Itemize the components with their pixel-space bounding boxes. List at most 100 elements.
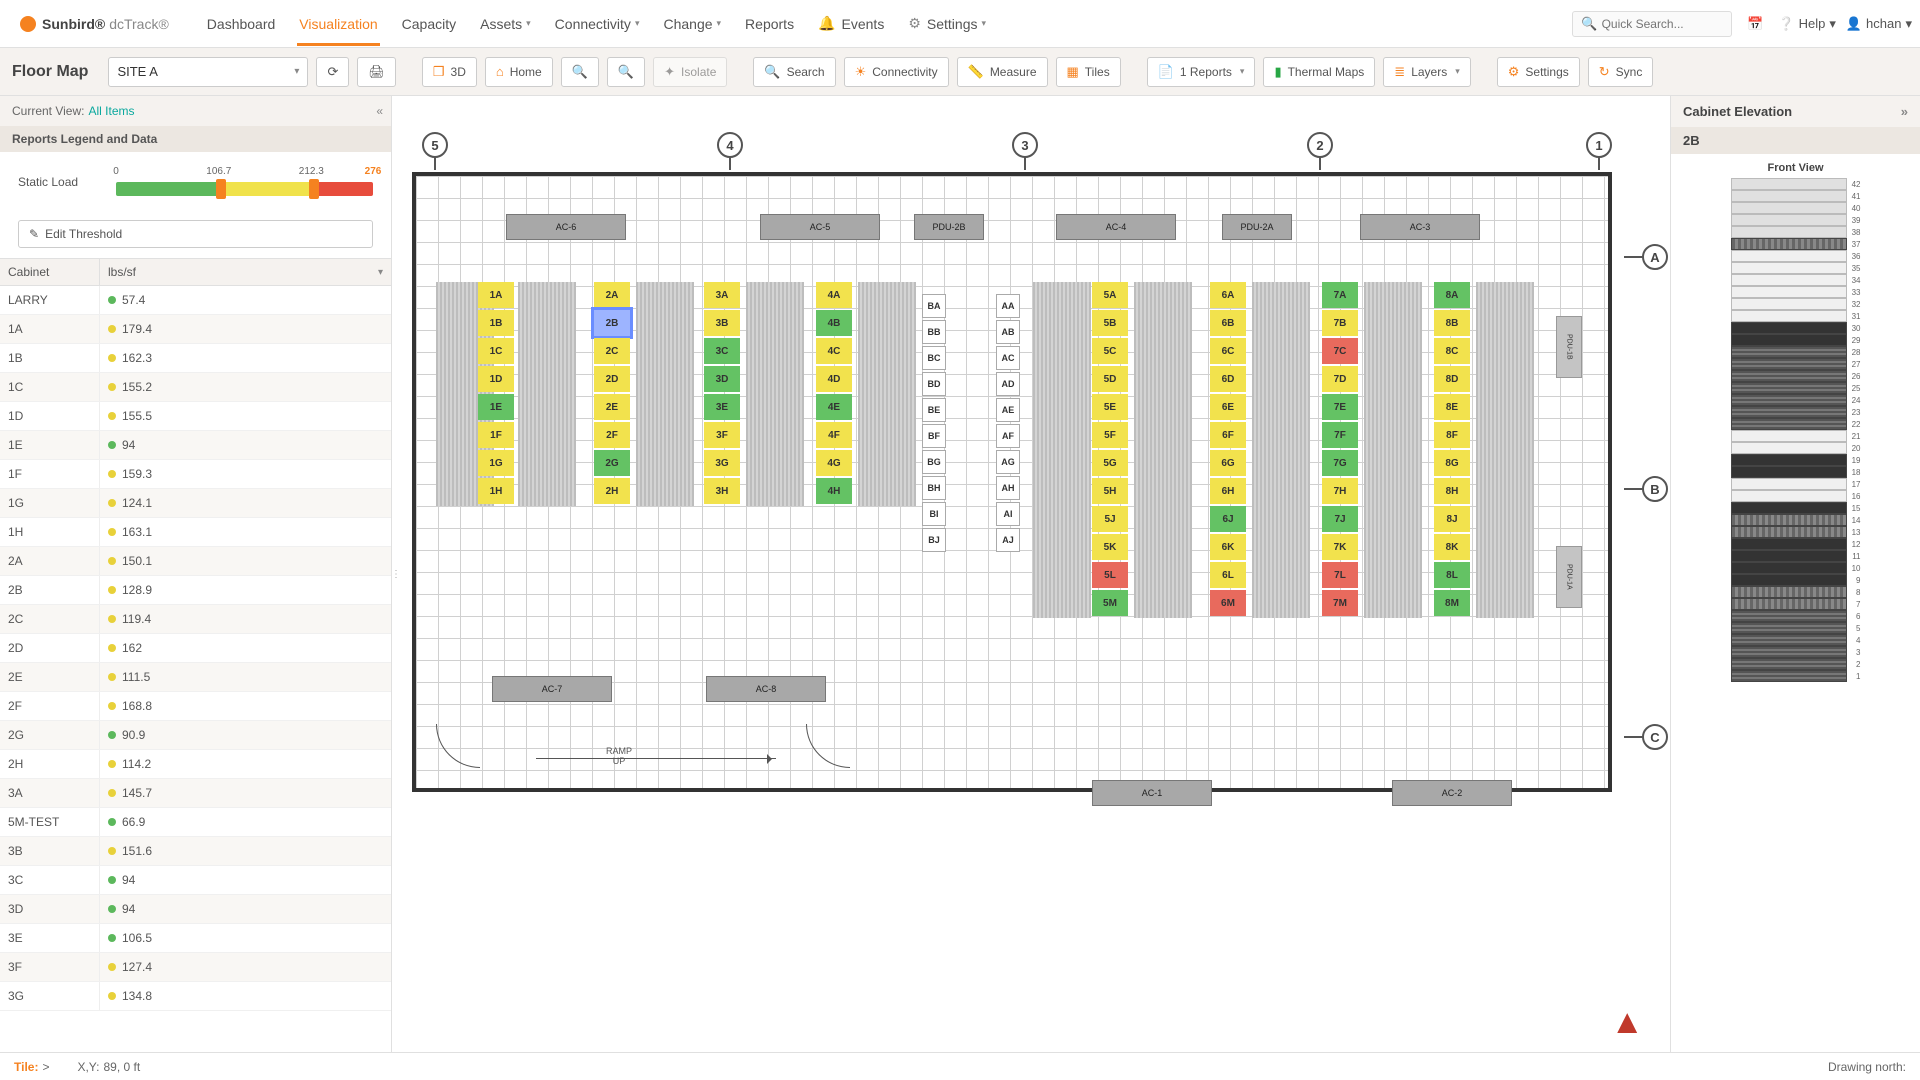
rack-8H[interactable]: 8H [1434, 478, 1470, 504]
rack-3C[interactable]: 3C [704, 338, 740, 364]
rack-8J[interactable]: 8J [1434, 506, 1470, 532]
ac-unit[interactable]: AC-5 [760, 214, 880, 240]
rack-3E[interactable]: 3E [704, 394, 740, 420]
ru-slot[interactable] [1731, 394, 1847, 406]
nav-visualization[interactable]: Visualization [297, 1, 379, 46]
table-row[interactable]: 1D 155.5 [0, 402, 391, 431]
ac-unit[interactable]: AC-4 [1056, 214, 1176, 240]
rack-6K[interactable]: 6K [1210, 534, 1246, 560]
rack-8D[interactable]: 8D [1434, 366, 1470, 392]
ru-slot[interactable] [1731, 358, 1847, 370]
rack-3B[interactable]: 3B [704, 310, 740, 336]
rack-5F[interactable]: 5F [1092, 422, 1128, 448]
rack-5K[interactable]: 5K [1092, 534, 1128, 560]
collapse-right-icon[interactable]: » [1901, 104, 1908, 119]
rack-3F[interactable]: 3F [704, 422, 740, 448]
rack-BJ[interactable]: BJ [922, 528, 946, 552]
table-row[interactable]: 1F 159.3 [0, 460, 391, 489]
collapse-panel-icon[interactable]: « [376, 104, 383, 118]
table-row[interactable]: 5M-TEST 66.9 [0, 808, 391, 837]
rack-BB[interactable]: BB [922, 320, 946, 344]
ru-slot[interactable] [1731, 286, 1847, 298]
ru-20[interactable]: 20 [1731, 442, 1861, 454]
ru-6[interactable]: 6 [1731, 610, 1861, 622]
rack-1F[interactable]: 1F [478, 422, 514, 448]
rack-5G[interactable]: 5G [1092, 450, 1128, 476]
ru-slot[interactable] [1731, 310, 1847, 322]
rack-2H[interactable]: 2H [594, 478, 630, 504]
threshold-handle-2[interactable] [309, 179, 319, 199]
rack-1A[interactable]: 1A [478, 282, 514, 308]
rack-3G[interactable]: 3G [704, 450, 740, 476]
ru-slot[interactable] [1731, 466, 1847, 478]
ru-slot[interactable] [1731, 586, 1847, 598]
ru-slot[interactable] [1731, 634, 1847, 646]
ru-4[interactable]: 4 [1731, 634, 1861, 646]
rack-8M[interactable]: 8M [1434, 590, 1470, 616]
print-button[interactable]: 🖨 [357, 57, 396, 87]
nav-connectivity[interactable]: Connectivity▾ [553, 1, 642, 46]
ru-7[interactable]: 7 [1731, 598, 1861, 610]
table-row[interactable]: 2E 111.5 [0, 663, 391, 692]
ru-slot[interactable] [1731, 442, 1847, 454]
rack-7D[interactable]: 7D [1322, 366, 1358, 392]
table-row[interactable]: 2G 90.9 [0, 721, 391, 750]
rack-1C[interactable]: 1C [478, 338, 514, 364]
ru-1[interactable]: 1 [1731, 670, 1861, 682]
rack-6F[interactable]: 6F [1210, 422, 1246, 448]
ru-13[interactable]: 13 [1731, 526, 1861, 538]
ru-25[interactable]: 25 [1731, 382, 1861, 394]
table-row[interactable]: 2H 114.2 [0, 750, 391, 779]
nav-reports[interactable]: Reports [743, 1, 796, 46]
ru-slot[interactable] [1731, 550, 1847, 562]
nav-events[interactable]: 🔔Events [816, 1, 886, 46]
ru-slot[interactable] [1731, 370, 1847, 382]
rack-elevation[interactable]: 4241403938373635343332313029282726252423… [1731, 178, 1861, 682]
rack-7B[interactable]: 7B [1322, 310, 1358, 336]
rack-5H[interactable]: 5H [1092, 478, 1128, 504]
site-selector[interactable]: SITE A ▾ [108, 57, 308, 87]
table-row[interactable]: 2B 128.9 [0, 576, 391, 605]
thermal-button[interactable]: ▮Thermal Maps [1263, 57, 1375, 87]
edit-threshold-button[interactable]: ✎ Edit Threshold [18, 220, 373, 248]
table-row[interactable]: 3C 94 [0, 866, 391, 895]
ac-unit[interactable]: AC-7 [492, 676, 612, 702]
rack-7H[interactable]: 7H [1322, 478, 1358, 504]
ru-35[interactable]: 35 [1731, 262, 1861, 274]
rack-6D[interactable]: 6D [1210, 366, 1246, 392]
ru-slot[interactable] [1731, 418, 1847, 430]
quick-search[interactable]: 🔍 [1572, 11, 1732, 37]
ru-8[interactable]: 8 [1731, 586, 1861, 598]
ru-slot[interactable] [1731, 622, 1847, 634]
ru-39[interactable]: 39 [1731, 214, 1861, 226]
rack-6C[interactable]: 6C [1210, 338, 1246, 364]
rack-AB[interactable]: AB [996, 320, 1020, 344]
ru-22[interactable]: 22 [1731, 418, 1861, 430]
ru-2[interactable]: 2 [1731, 658, 1861, 670]
ru-37[interactable]: 37 [1731, 238, 1861, 250]
rack-8A[interactable]: 8A [1434, 282, 1470, 308]
ac-unit[interactable]: AC-3 [1360, 214, 1480, 240]
ru-21[interactable]: 21 [1731, 430, 1861, 442]
rack-4D[interactable]: 4D [816, 366, 852, 392]
ru-slot[interactable] [1731, 406, 1847, 418]
rack-3D[interactable]: 3D [704, 366, 740, 392]
nav-dashboard[interactable]: Dashboard [205, 1, 278, 46]
settings-button[interactable]: ⚙Settings [1497, 57, 1580, 87]
tiles-button[interactable]: ▦Tiles [1056, 57, 1121, 87]
ru-slot[interactable] [1731, 610, 1847, 622]
ru-16[interactable]: 16 [1731, 490, 1861, 502]
rack-8E[interactable]: 8E [1434, 394, 1470, 420]
sync-button[interactable]: ↻Sync [1588, 57, 1654, 87]
rack-7J[interactable]: 7J [1322, 506, 1358, 532]
rack-5J[interactable]: 5J [1092, 506, 1128, 532]
ru-slot[interactable] [1731, 670, 1847, 682]
rack-AC[interactable]: AC [996, 346, 1020, 370]
ru-15[interactable]: 15 [1731, 502, 1861, 514]
rack-6G[interactable]: 6G [1210, 450, 1246, 476]
user-menu[interactable]: 👤hchan▾ [1846, 16, 1912, 32]
ru-slot[interactable] [1731, 334, 1847, 346]
ru-23[interactable]: 23 [1731, 406, 1861, 418]
rack-8K[interactable]: 8K [1434, 534, 1470, 560]
ru-slot[interactable] [1731, 646, 1847, 658]
